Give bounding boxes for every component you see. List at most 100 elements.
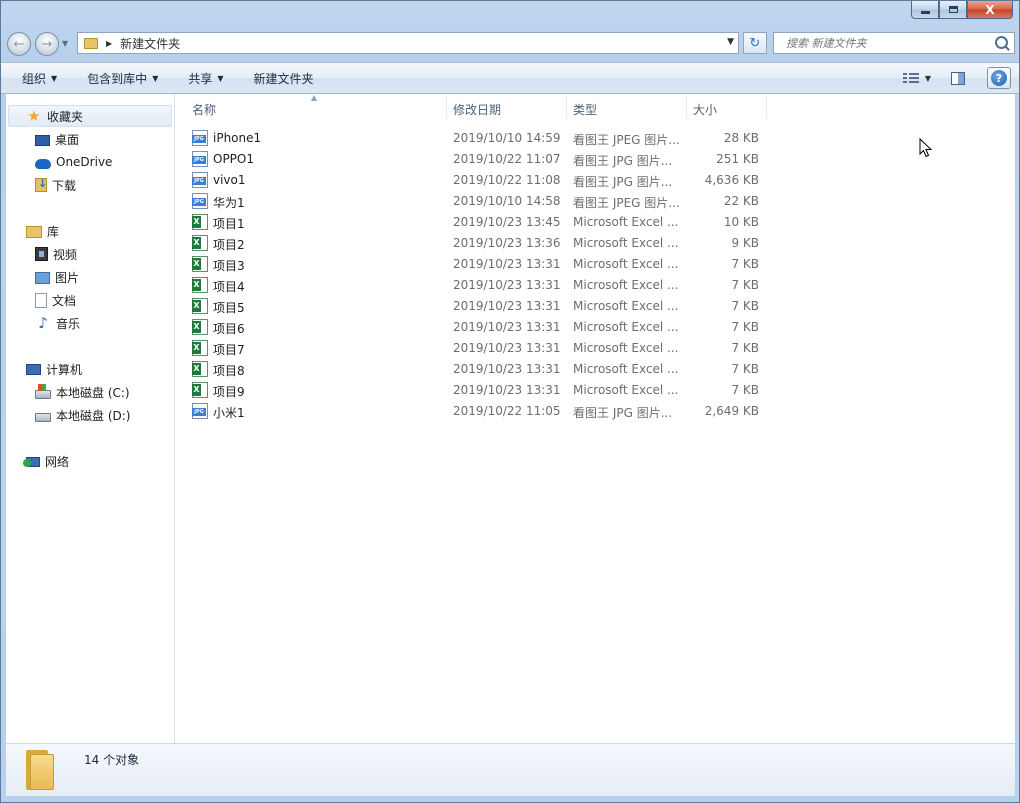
column-header-name[interactable]: 名称 [192, 101, 216, 118]
file-name: 项目5 [213, 301, 245, 315]
breadcrumb-current-folder[interactable]: 新建文件夹 [120, 35, 180, 52]
sidebar-item-network[interactable]: 网络 [23, 451, 69, 471]
maximize-button[interactable] [939, 1, 967, 19]
file-date: 2019/10/22 11:07 [453, 152, 561, 166]
file-row[interactable]: 项目2 2019/10/23 13:36 Microsoft Excel ...… [175, 233, 775, 254]
sidebar-item-onedrive[interactable]: OneDrive [35, 152, 112, 172]
column-divider[interactable] [446, 96, 447, 118]
network-icon [23, 456, 40, 467]
file-size: 22 KB [723, 194, 759, 208]
file-row[interactable]: vivo1 2019/10/22 11:08 看图王 JPG 图片... 4,6… [175, 170, 775, 191]
sidebar-item-drive-c[interactable]: 本地磁盘 (C:) [35, 382, 130, 402]
help-button[interactable]: ? [987, 67, 1011, 89]
back-arrow-icon: ← [13, 36, 25, 52]
forward-arrow-icon: → [41, 36, 53, 52]
command-bar: 组织 ▼ 包含到库中 ▼ 共享 ▼ 新建文件夹 ▼ ? [1, 62, 1019, 94]
file-date: 2019/10/10 14:58 [453, 194, 561, 208]
chevron-down-icon: ▼ [217, 73, 224, 83]
preview-pane-icon[interactable] [951, 71, 965, 85]
breadcrumb-arrow-icon[interactable]: ▶ [106, 39, 112, 48]
include-in-library-button[interactable]: 包含到库中 ▼ [87, 70, 158, 87]
file-type: Microsoft Excel ... [573, 215, 679, 229]
sidebar-label: 下载 [52, 178, 77, 193]
file-date: 2019/10/23 13:31 [453, 257, 561, 271]
sidebar-item-computer[interactable]: 计算机 [26, 359, 82, 379]
file-type: Microsoft Excel ... [573, 362, 679, 376]
drive-icon [35, 412, 51, 422]
new-folder-button[interactable]: 新建文件夹 [254, 70, 314, 87]
file-row[interactable]: OPPO1 2019/10/22 11:07 看图王 JPG 图片... 251… [175, 149, 775, 170]
view-dropdown-icon[interactable]: ▼ [925, 74, 931, 83]
file-row[interactable]: 项目4 2019/10/23 13:31 Microsoft Excel ...… [175, 275, 775, 296]
file-row[interactable]: 项目3 2019/10/23 13:31 Microsoft Excel ...… [175, 254, 775, 275]
sidebar-item-documents[interactable]: 文档 [35, 290, 76, 310]
file-row[interactable]: 项目6 2019/10/23 13:31 Microsoft Excel ...… [175, 317, 775, 338]
file-date: 2019/10/23 13:31 [453, 341, 561, 355]
sidebar-item-favorites[interactable]: ★ 收藏夹 [26, 106, 83, 126]
forward-button[interactable]: → [35, 32, 59, 56]
document-icon [35, 292, 47, 308]
search-input[interactable] [784, 35, 988, 51]
downloads-icon [35, 177, 47, 192]
search-icon[interactable] [995, 36, 1008, 49]
column-header-type[interactable]: 类型 [573, 101, 597, 118]
file-row[interactable]: 项目9 2019/10/23 13:31 Microsoft Excel ...… [175, 380, 775, 401]
computer-icon [26, 364, 41, 375]
sidebar-item-pictures[interactable]: 图片 [35, 267, 79, 287]
column-divider[interactable] [566, 96, 567, 118]
file-size: 2,649 KB [704, 404, 759, 418]
organize-button[interactable]: 组织 ▼ [22, 70, 57, 87]
file-type: Microsoft Excel ... [573, 257, 679, 271]
refresh-button[interactable]: ↻ [743, 32, 767, 54]
file-row[interactable]: 华为1 2019/10/10 14:58 看图王 JPEG 图片... 22 K… [175, 191, 775, 212]
column-header-size[interactable]: 大小 [693, 101, 717, 118]
sidebar-item-drive-d[interactable]: 本地磁盘 (D:) [35, 405, 130, 425]
file-name: 项目1 [213, 217, 245, 231]
file-date: 2019/10/23 13:45 [453, 215, 561, 229]
file-size: 28 KB [723, 131, 759, 145]
address-bar[interactable]: ▶ 新建文件夹 ▼ [77, 32, 739, 54]
sidebar-item-downloads[interactable]: 下载 [35, 175, 76, 195]
file-date: 2019/10/23 13:36 [453, 236, 561, 250]
sidebar-item-videos[interactable]: 视频 [35, 244, 77, 264]
file-row[interactable]: iPhone1 2019/10/10 14:59 看图王 JPEG 图片... … [175, 128, 775, 149]
close-button[interactable]: X [967, 1, 1013, 19]
share-label: 共享 [188, 71, 213, 86]
jpg-file-icon [192, 172, 208, 188]
file-type: Microsoft Excel ... [573, 299, 679, 313]
sidebar-label: 本地磁盘 (D:) [56, 408, 131, 423]
file-name: 项目4 [213, 280, 245, 294]
column-header-date[interactable]: 修改日期 [453, 101, 501, 118]
file-row[interactable]: 项目8 2019/10/23 13:31 Microsoft Excel ...… [175, 359, 775, 380]
sidebar-item-music[interactable]: ♪ 音乐 [35, 313, 80, 333]
share-button[interactable]: 共享 ▼ [188, 70, 223, 87]
maximize-icon [948, 6, 958, 13]
excel-file-icon [192, 277, 208, 293]
explorer-window: X ← → ▼ ▶ 新建文件夹 ▼ ↻ 组织 ▼ 包含到库中 ▼ 共享 ▼ 新建文件夹… [0, 0, 1020, 803]
sidebar-item-libraries[interactable]: 库 [26, 221, 59, 241]
recent-pages-dropdown[interactable]: ▼ [62, 39, 68, 48]
sidebar-item-desktop[interactable]: 桌面 [35, 129, 79, 149]
address-dropdown-icon[interactable]: ▼ [727, 37, 734, 47]
back-button[interactable]: ← [7, 32, 31, 56]
excel-file-icon [192, 235, 208, 251]
file-date: 2019/10/23 13:31 [453, 362, 561, 376]
file-type: Microsoft Excel ... [573, 383, 679, 397]
sidebar-label: 音乐 [56, 316, 81, 331]
file-date: 2019/10/23 13:31 [453, 383, 561, 397]
column-divider[interactable] [686, 96, 687, 118]
file-size: 7 KB [731, 362, 759, 376]
excel-file-icon [192, 298, 208, 314]
sidebar-label: 库 [47, 224, 60, 239]
file-size: 7 KB [731, 299, 759, 313]
view-options-icon[interactable] [902, 72, 919, 84]
file-row[interactable]: 项目1 2019/10/23 13:45 Microsoft Excel ...… [175, 212, 775, 233]
navigation-pane: ★ 收藏夹 桌面 OneDrive 下载 库 视频 图片 文档 ♪ 音乐 计算机 本… [6, 94, 175, 743]
column-divider[interactable] [766, 96, 767, 118]
file-row[interactable]: 项目7 2019/10/23 13:31 Microsoft Excel ...… [175, 338, 775, 359]
music-note-icon: ♪ [38, 314, 48, 332]
file-row[interactable]: 小米1 2019/10/22 11:05 看图王 JPG 图片... 2,649… [175, 401, 775, 422]
file-row[interactable]: 项目5 2019/10/23 13:31 Microsoft Excel ...… [175, 296, 775, 317]
minimize-button[interactable] [911, 1, 939, 19]
excel-file-icon [192, 382, 208, 398]
